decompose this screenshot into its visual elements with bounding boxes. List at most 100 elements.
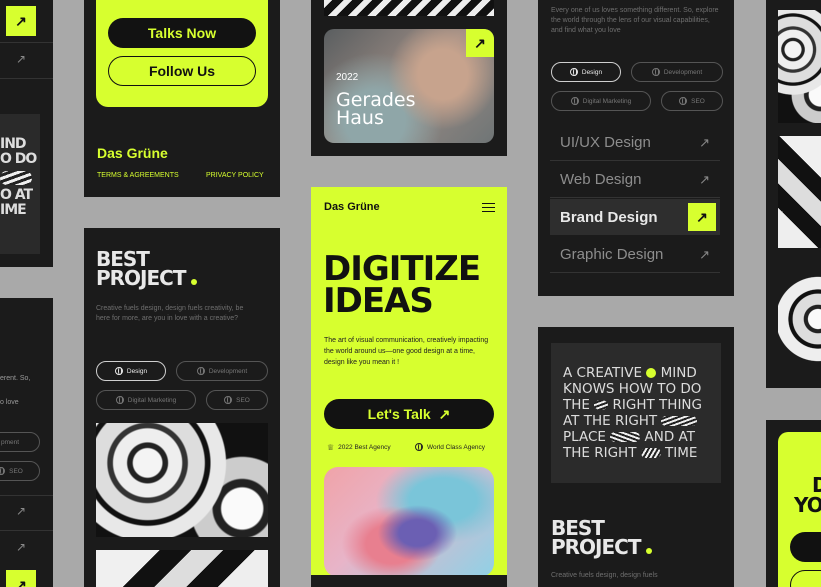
title-line: PROJECT: [96, 268, 198, 288]
quote-segment: AT: [563, 413, 580, 429]
project-card: 2022 Gerades Haus ↗: [311, 0, 507, 156]
quote-line: O AT: [0, 186, 33, 203]
menu-line: [482, 206, 495, 208]
badge-label: World Class Agency: [427, 443, 486, 451]
cta-button[interactable]: [790, 532, 821, 562]
tag-digital-marketing[interactable]: Digital Marketing: [96, 390, 196, 410]
left-bottom-card: erent. So, o love pment SEO ↗ ↗ ↗: [0, 298, 53, 587]
headline-line: IDEAS: [323, 281, 434, 322]
tag-development[interactable]: Development: [176, 361, 268, 381]
tag-development[interactable]: pment: [0, 432, 40, 452]
wave-icon: [661, 416, 698, 426]
project-year: 2022: [336, 72, 359, 83]
divider: [0, 78, 53, 79]
tag-label: SEO: [236, 396, 250, 404]
arrow-button[interactable]: ↗: [6, 6, 36, 36]
cta-button-outline[interactable]: [790, 570, 821, 587]
service-brand[interactable]: Brand Design ↗: [550, 199, 720, 235]
arrow-icon[interactable]: ↗: [16, 540, 26, 554]
globe-icon: [570, 97, 579, 105]
title-line: PROJECT: [551, 535, 653, 559]
best-project-card: BEST PROJECT Creative fuels design, desi…: [84, 228, 280, 587]
badge-world-class: World Class Agency: [415, 443, 485, 451]
tag-seo[interactable]: SEO: [0, 461, 40, 481]
service-uiux[interactable]: UI/UX Design ↗: [550, 125, 720, 161]
project-image[interactable]: 2022 Gerades Haus ↗: [324, 29, 494, 143]
artwork-image[interactable]: [778, 10, 821, 123]
arrow-icon: ↗: [699, 134, 710, 150]
artwork-image[interactable]: [778, 262, 821, 376]
button-label: Let's Talk: [367, 406, 431, 422]
badge-label: 2022 Best Agency: [338, 444, 391, 451]
hero-headline: DIGITIZE IDEAS: [323, 252, 481, 322]
tag-label: Design: [126, 367, 148, 375]
quote-segment: THE: [563, 397, 590, 413]
arrow-icon[interactable]: ↗: [16, 504, 26, 518]
quote-line: IME: [0, 201, 27, 218]
artwork-image[interactable]: [778, 136, 821, 248]
service-label: Graphic Design: [560, 246, 664, 263]
tag-design[interactable]: Design: [551, 62, 621, 82]
hero-card: Das Grüne DIGITIZE IDEAS The art of visu…: [311, 187, 507, 587]
services-card: Every one of us loves something differen…: [538, 0, 734, 296]
intro-text: erent. So,: [0, 375, 31, 382]
globe-icon: [196, 367, 205, 375]
tag-label: SEO: [691, 97, 705, 105]
section-description: Creative fuels design, design fuels: [551, 572, 658, 579]
service-label: Brand Design: [560, 208, 658, 226]
cta-panel: Talks Now Follow Us: [96, 0, 268, 107]
tag-label: Digital Marketing: [127, 396, 177, 404]
quote-segment: THE RIGHT: [563, 445, 637, 461]
bottom-bar: [311, 575, 507, 587]
divider: [0, 495, 53, 496]
quote-panel: A CREATIVE MIND KNOWS HOW TO DO THE RIGH…: [551, 343, 721, 483]
project-title: Gerades Haus: [336, 90, 416, 127]
brand-logo: Das Grüne: [324, 201, 380, 213]
tag-digital-marketing[interactable]: Digital Marketing: [551, 91, 651, 111]
tag-label: Design: [581, 68, 603, 76]
swirl-icon: [594, 400, 609, 410]
talks-now-button[interactable]: Talks Now: [108, 18, 256, 48]
service-web[interactable]: Web Design ↗: [550, 162, 720, 198]
privacy-link[interactable]: PRIVACY POLICY: [206, 172, 264, 179]
lets-talk-button[interactable]: Let's Talk ↗: [324, 399, 494, 429]
tag-label: Development: [208, 367, 248, 375]
artwork-image[interactable]: [96, 550, 268, 587]
hero-image[interactable]: [324, 467, 494, 577]
service-graphic[interactable]: Graphic Design ↗: [550, 237, 720, 273]
left-top-card: ↗ ↗ IND O DO O AT IME: [0, 0, 53, 267]
tag-seo[interactable]: SEO: [206, 390, 268, 410]
divider: [0, 42, 53, 43]
right-bottom-card: D YO: [766, 420, 821, 587]
quote-line: THE RIGHT THING: [563, 397, 721, 413]
dot-icon: [646, 548, 653, 554]
dot-icon: [191, 279, 198, 285]
artwork-image[interactable]: [96, 423, 268, 537]
quote-line: AT THE RIGHT: [563, 413, 721, 429]
open-project-button[interactable]: ↗: [466, 29, 494, 57]
tag-development[interactable]: Development: [631, 62, 723, 82]
tag-design[interactable]: Design: [96, 361, 166, 381]
quote-card: A CREATIVE MIND KNOWS HOW TO DO THE RIGH…: [538, 327, 734, 587]
arrow-icon[interactable]: ↗: [16, 52, 26, 66]
circle-icon: [646, 368, 657, 378]
quote-line: O DO: [0, 151, 37, 168]
tag-label: Development: [663, 68, 703, 76]
tag-seo[interactable]: SEO: [661, 91, 723, 111]
terms-link[interactable]: TERMS & AGREEMENTS: [97, 172, 179, 179]
wave-ornament: [0, 170, 32, 185]
tag-label: SEO: [9, 467, 23, 475]
arrow-button[interactable]: ↗: [6, 570, 36, 587]
badge-best-agency: ♕ 2022 Best Agency: [327, 443, 391, 452]
swirl-icon: [640, 448, 661, 458]
arrow-icon: ↗: [688, 203, 716, 231]
follow-us-button[interactable]: Follow Us: [108, 56, 256, 86]
title-word: PROJECT: [551, 535, 641, 559]
hamburger-menu-icon[interactable]: [482, 203, 495, 212]
globe-icon: [679, 97, 688, 105]
cta-panel: D YO: [778, 432, 821, 587]
service-label: Web Design: [560, 171, 642, 188]
quote-text: A CREATIVE MIND KNOWS HOW TO DO THE RIGH…: [563, 365, 721, 461]
quote-line: A CREATIVE MIND: [563, 365, 721, 381]
quote-segment: A CREATIVE: [563, 365, 643, 381]
